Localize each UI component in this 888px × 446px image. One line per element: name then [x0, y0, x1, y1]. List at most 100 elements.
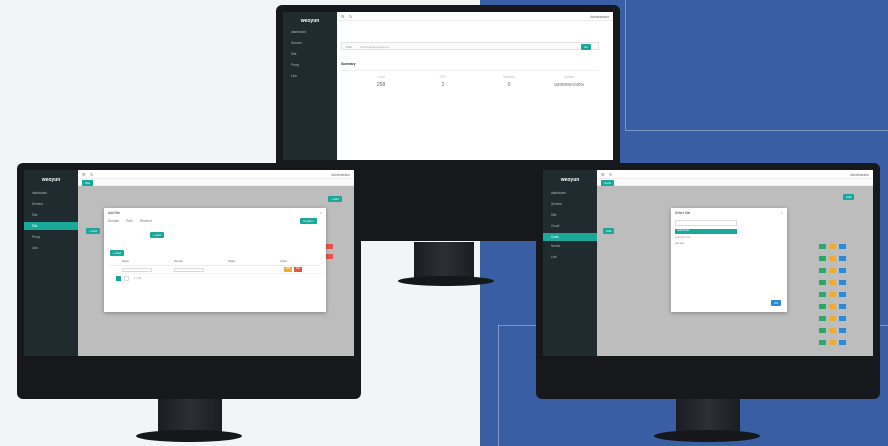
- row-input[interactable]: [174, 268, 204, 272]
- dialog-tab-redirect[interactable]: Redirect: [140, 219, 152, 223]
- delete-button[interactable]: Del: [294, 267, 302, 272]
- add-cert-button[interactable]: Add: [843, 194, 855, 200]
- app-logo: weoyun: [560, 177, 580, 183]
- select-site-dialog: Select Site × default.site example.com t…: [671, 208, 787, 312]
- stat-memory: Memory 0: [489, 75, 529, 88]
- row-action-yellow[interactable]: [829, 280, 836, 285]
- col-header-name: Name: [122, 260, 129, 263]
- close-icon[interactable]: ×: [320, 210, 322, 215]
- refresh-icon[interactable]: ↻: [90, 172, 93, 177]
- row-action-blue[interactable]: [839, 304, 846, 309]
- top-bar: ☰ ↻ Administrator: [337, 12, 613, 21]
- delete-button-bg[interactable]: [326, 254, 333, 259]
- menu-icon[interactable]: ☰: [341, 14, 345, 19]
- row-input[interactable]: [122, 268, 152, 272]
- menu-icon[interactable]: ☰: [601, 172, 605, 177]
- page-current[interactable]: [116, 276, 121, 281]
- row-action-green[interactable]: [819, 340, 826, 345]
- dialog-add-button[interactable]: + Add: [150, 232, 164, 238]
- row-action-yellow[interactable]: [829, 256, 836, 261]
- dialog-option[interactable]: example.com: [675, 236, 690, 239]
- sidebar-item-proxy[interactable]: Proxy: [24, 233, 78, 241]
- row-action-green[interactable]: [819, 256, 826, 261]
- sidebar-item-servers[interactable]: Servers: [543, 200, 597, 208]
- add-site-dialog: Add Site × Domain Path Redirect Confirm …: [104, 208, 326, 312]
- dialog-tab-domain[interactable]: Domain: [108, 219, 119, 223]
- refresh-icon[interactable]: ↻: [609, 172, 612, 177]
- sidebar-item-dashboard[interactable]: dashboard: [24, 189, 78, 197]
- sidebar-item-site[interactable]: Site: [24, 211, 78, 219]
- dialog-tab-path[interactable]: Path: [126, 219, 133, 223]
- sidebar-item-site[interactable]: Site: [543, 211, 597, 219]
- row-action-yellow[interactable]: [829, 340, 836, 345]
- sidebar-item-site[interactable]: Site: [283, 50, 337, 58]
- row-action-yellow[interactable]: [829, 316, 836, 321]
- add-site-button-bg[interactable]: + Add: [328, 196, 342, 202]
- sidebar-item-link[interactable]: Link: [24, 244, 78, 252]
- tab-site[interactable]: Site: [82, 180, 94, 186]
- tab-certs[interactable]: Certs: [601, 180, 615, 186]
- row-action-green[interactable]: [819, 268, 826, 273]
- stat-label: Load: [377, 75, 385, 79]
- col-header-action: Action: [280, 260, 288, 263]
- row-action-blue[interactable]: [839, 292, 846, 297]
- dialog-confirm-top-button[interactable]: Confirm: [300, 218, 317, 224]
- sidebar-item-nodes[interactable]: Nodes: [543, 242, 597, 250]
- sidebar-item-servers[interactable]: Servers: [24, 200, 78, 208]
- monitor-stand-base: [654, 430, 760, 442]
- sidebar-item-certs-active[interactable]: Certs: [543, 233, 597, 241]
- row-action-blue[interactable]: [839, 244, 846, 249]
- user-name[interactable]: Administrator: [331, 173, 350, 177]
- row-action-yellow[interactable]: [829, 244, 836, 249]
- row-action-green[interactable]: [819, 244, 826, 249]
- dialog-option-selected[interactable]: default.site: [675, 229, 737, 234]
- refresh-icon[interactable]: ↻: [349, 14, 352, 19]
- row-action-blue[interactable]: [839, 268, 846, 273]
- row-action-yellow[interactable]: [829, 292, 836, 297]
- page-info: 1 / 10: [134, 276, 141, 280]
- table-add-button[interactable]: + Add: [110, 250, 124, 256]
- user-name[interactable]: Administrator: [850, 173, 869, 177]
- top-bar: ☰ ↻ Administrator: [597, 170, 873, 179]
- page-next[interactable]: [124, 276, 129, 281]
- sidebar-item-link[interactable]: Link: [543, 253, 597, 261]
- pagination: 1 / 10: [116, 276, 236, 282]
- sidebar-item-dashboard[interactable]: dashboard: [283, 28, 337, 36]
- edit-button[interactable]: Edit: [284, 267, 292, 272]
- row-action-yellow[interactable]: [829, 268, 836, 273]
- user-name[interactable]: Administrator: [590, 15, 609, 19]
- stat-label: Uptime: [563, 75, 575, 79]
- row-action-green[interactable]: [819, 328, 826, 333]
- row-action-blue[interactable]: [839, 316, 846, 321]
- row-action-yellow[interactable]: [829, 304, 836, 309]
- sidebar-item-servers[interactable]: Servers: [283, 39, 337, 47]
- close-icon[interactable]: ×: [781, 210, 783, 215]
- row-action-green[interactable]: [819, 316, 826, 321]
- stat-value: 2: [441, 82, 445, 88]
- menu-icon[interactable]: ☰: [82, 172, 86, 177]
- sidebar-item-link[interactable]: Link: [283, 72, 337, 80]
- screen-left-chin: [24, 356, 354, 396]
- screen-left: weoyun dashboard Servers Site Site Proxy…: [24, 170, 354, 356]
- row-action-blue[interactable]: [839, 340, 846, 345]
- stats-row: Load 258 CPU 2 Memory 0 Uptime 1000/800/…: [341, 70, 599, 94]
- row-action-blue[interactable]: [839, 328, 846, 333]
- dialog-ok-button[interactable]: OK: [771, 300, 782, 306]
- go-button[interactable]: Go: [581, 44, 592, 50]
- sidebar-item-dashboard[interactable]: dashboard: [543, 189, 597, 197]
- dialog-option[interactable]: test.site: [675, 242, 684, 245]
- bg-action-button[interactable]: Add: [603, 228, 615, 234]
- sidebar-item-proxy[interactable]: Proxy: [283, 61, 337, 69]
- delete-button-bg[interactable]: [326, 244, 333, 249]
- row-action-green[interactable]: [819, 280, 826, 285]
- row-action-blue[interactable]: [839, 280, 846, 285]
- bg-action-button[interactable]: + Add: [86, 228, 100, 234]
- sidebar-item-cloud[interactable]: Cloud: [543, 222, 597, 230]
- row-action-green[interactable]: [819, 292, 826, 297]
- sidebar-item-site-active[interactable]: Site: [24, 222, 78, 230]
- row-action-yellow[interactable]: [829, 328, 836, 333]
- row-action-green[interactable]: [819, 304, 826, 309]
- row-action-blue[interactable]: [839, 256, 846, 261]
- dialog-search-input[interactable]: [675, 220, 737, 226]
- app-logo: weoyun: [300, 18, 320, 24]
